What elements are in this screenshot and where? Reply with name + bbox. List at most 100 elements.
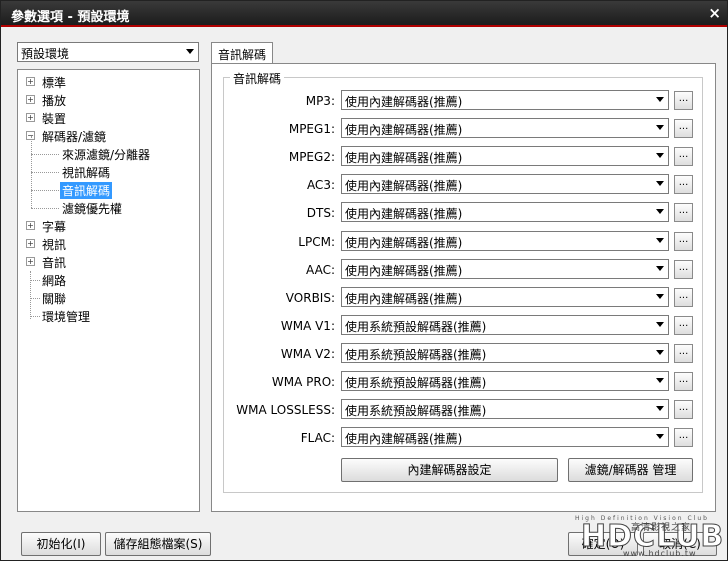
codec-options-button[interactable]: ...: [674, 428, 693, 448]
codec-decoder-select[interactable]: 使用內建解碼器(推薦): [341, 146, 669, 167]
expand-icon[interactable]: +: [26, 257, 35, 266]
filter-decoder-manager-button[interactable]: 濾鏡/解碼器 管理: [568, 458, 693, 482]
category-tree[interactable]: + 標準 + 播放 + 裝置 − 解碼器/濾鏡 來源濾鏡/分離器 視訊解碼 音訊解碼 濾鏡優先權 + 字幕…: [17, 69, 200, 512]
codec-decoder-value: 使用內建解碼器(推薦): [345, 432, 463, 447]
codec-options-button[interactable]: ...: [674, 203, 693, 223]
codec-label: WMA V2:: [280, 346, 335, 361]
codec-options-button[interactable]: ...: [674, 91, 693, 110]
chevron-down-icon: [656, 153, 664, 159]
chevron-down-icon: [656, 237, 664, 243]
codec-options-button[interactable]: ...: [674, 287, 693, 307]
initialize-button[interactable]: 初始化(I): [21, 532, 101, 556]
tree-guide-line: [30, 298, 40, 299]
window-title: 參數選項 - 預設環境: [11, 10, 130, 25]
codec-decoder-select[interactable]: 使用系統預設解碼器(推薦): [341, 314, 669, 335]
watermark-url: www.hdclub.tw: [623, 549, 697, 558]
chevron-down-icon: [186, 49, 194, 54]
chevron-down-icon: [656, 125, 664, 131]
codec-decoder-select[interactable]: 使用內建解碼器(推薦): [341, 258, 669, 279]
tree-guide-line: [31, 172, 59, 173]
tree-item-label: 解碼器/濾鏡: [42, 130, 107, 144]
codec-decoder-value: 使用系統預設解碼器(推薦): [345, 404, 487, 419]
codec-options-button[interactable]: ...: [674, 147, 693, 167]
chevron-down-icon: [656, 406, 664, 412]
codec-decoder-value: 使用系統預設解碼器(推薦): [345, 319, 487, 334]
profile-select-value: 預設環境: [21, 47, 70, 61]
codec-decoder-value: 使用系統預設解碼器(推薦): [345, 376, 487, 390]
codec-options-button[interactable]: ...: [674, 343, 693, 363]
codec-decoder-select[interactable]: 使用系統預設解碼器(推薦): [341, 371, 669, 391]
tree-item-label: 字幕: [42, 220, 67, 234]
codec-decoder-value: 使用內建解碼器(推薦): [345, 235, 463, 250]
tree-item-label: 音訊: [42, 256, 67, 270]
close-icon[interactable]: ×: [708, 4, 721, 22]
codec-label: LPCM:: [298, 234, 335, 249]
tree-guide-line: [30, 280, 40, 281]
chevron-down-icon: [656, 349, 664, 355]
codec-decoder-value: 使用內建解碼器(推薦): [345, 263, 463, 278]
chevron-down-icon: [656, 265, 664, 271]
codec-label: FLAC:: [300, 431, 335, 446]
builtin-decoder-settings-button[interactable]: 內建解碼器設定: [341, 458, 558, 482]
tree-item-label: 關聯: [42, 292, 67, 306]
tree-item-label: 視訊解碼: [62, 166, 111, 180]
save-profile-button[interactable]: 儲存組態檔案(S): [105, 532, 211, 556]
expand-icon[interactable]: +: [26, 113, 35, 122]
codec-decoder-value: 使用內建解碼器(推薦): [345, 151, 463, 166]
group-title: 音訊解碼: [230, 70, 285, 87]
codec-options-button[interactable]: ...: [674, 119, 693, 139]
tree-item-label: 濾鏡優先權: [62, 202, 123, 216]
tree-item-label: 音訊解碼: [60, 182, 113, 199]
codec-label: WMA V1:: [280, 318, 335, 333]
tree-item-label: 來源濾鏡/分離器: [62, 148, 151, 162]
tree-item-label: 環境管理: [42, 310, 91, 324]
watermark-chinese: 高清影視之家: [631, 523, 692, 533]
codec-decoder-value: 使用內建解碼器(推薦): [345, 95, 463, 109]
codec-options-button[interactable]: ...: [674, 372, 693, 391]
chevron-down-icon: [656, 321, 664, 327]
codec-decoder-value: 使用內建解碼器(推薦): [345, 207, 463, 222]
tree-item-label: 播放: [42, 94, 67, 108]
expand-icon[interactable]: +: [26, 95, 35, 104]
codec-options-button[interactable]: ...: [674, 315, 693, 335]
codec-decoder-select[interactable]: 使用系統預設解碼器(推薦): [341, 399, 669, 420]
tree-guide-line: [31, 154, 59, 155]
codec-label: DTS:: [306, 206, 335, 221]
codec-decoder-select[interactable]: 使用內建解碼器(推薦): [341, 230, 669, 251]
codec-decoder-select[interactable]: 使用內建解碼器(推薦): [341, 90, 669, 110]
title-bar[interactable]: 參數選項 - 預設環境 ×: [1, 1, 727, 27]
codec-decoder-select[interactable]: 使用內建解碼器(推薦): [341, 174, 669, 195]
chevron-down-icon: [656, 209, 664, 215]
expand-icon[interactable]: +: [26, 77, 35, 86]
expand-icon[interactable]: +: [26, 221, 35, 230]
codec-label: MP3:: [305, 94, 335, 108]
tree-guide-line: [31, 208, 59, 209]
codec-decoder-select[interactable]: 使用內建解碼器(推薦): [341, 202, 669, 223]
codec-label: AC3:: [306, 178, 335, 193]
codec-label: WMA PRO:: [271, 375, 335, 389]
codec-decoder-select[interactable]: 使用系統預設解碼器(推薦): [341, 342, 669, 363]
codec-decoder-select[interactable]: 使用內建解碼器(推薦): [341, 286, 669, 307]
tree-guide-line: [30, 271, 31, 319]
tab-label: 音訊解碼: [218, 48, 267, 62]
codec-label: VORBIS:: [285, 290, 335, 305]
codec-decoder-value: 使用系統預設解碼器(推薦): [345, 347, 487, 362]
codec-decoder-select[interactable]: 使用內建解碼器(推薦): [341, 427, 669, 448]
profile-select[interactable]: 預設環境: [17, 42, 199, 62]
codec-label: WMA LOSSLESS:: [236, 403, 335, 418]
codec-options-button[interactable]: ...: [674, 400, 693, 420]
codec-options-button[interactable]: ...: [674, 231, 693, 251]
codec-label: MPEG1:: [288, 122, 335, 137]
codec-decoder-value: 使用內建解碼器(推薦): [345, 291, 463, 306]
chevron-down-icon: [656, 378, 664, 383]
expand-icon[interactable]: +: [26, 239, 35, 248]
chevron-down-icon: [656, 293, 664, 299]
codec-options-button[interactable]: ...: [674, 175, 693, 195]
codec-decoder-select[interactable]: 使用內建解碼器(推薦): [341, 118, 669, 139]
tab-audio-decoding[interactable]: 音訊解碼: [211, 42, 273, 64]
codec-options-button[interactable]: ...: [674, 259, 693, 279]
tree-item-label: 視訊: [42, 238, 67, 252]
codec-label: MPEG2:: [288, 150, 335, 165]
chevron-down-icon: [656, 434, 664, 440]
watermark-logo: High Definition Vision Club HDCLUB 高清影視之…: [563, 515, 724, 559]
